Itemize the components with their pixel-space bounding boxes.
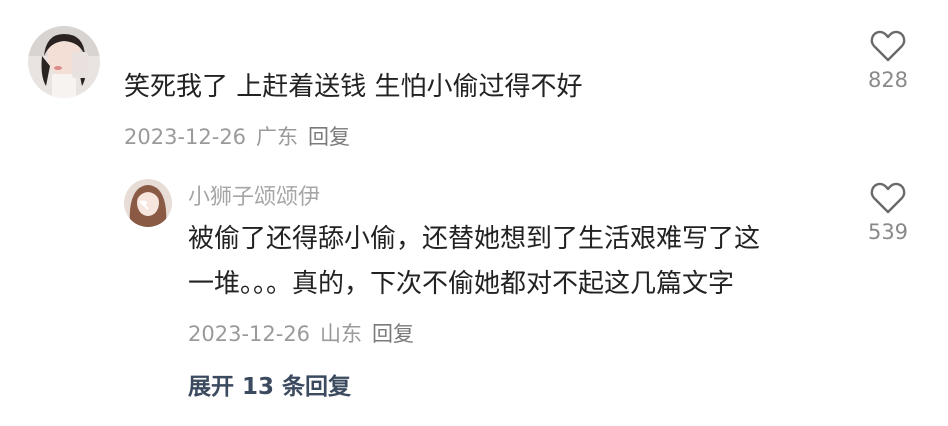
reply-avatar-image xyxy=(124,179,172,227)
heart-outline-icon xyxy=(870,182,906,214)
reply-button[interactable]: 回复 xyxy=(308,125,350,149)
expand-replies-button[interactable]: 展开 13 条回复 xyxy=(188,367,351,401)
reply-like-count: 539 xyxy=(867,220,909,244)
reply-reply-button[interactable]: 回复 xyxy=(372,322,414,346)
like-count: 828 xyxy=(867,68,909,92)
heart-outline-icon xyxy=(870,30,906,62)
comment-like-button[interactable]: 828 xyxy=(858,30,918,92)
reply-meta: 2023-12-26 山东 回复 xyxy=(188,318,414,348)
reply-username[interactable]: 小狮子颂颂伊 xyxy=(188,179,320,211)
user-avatar-image xyxy=(28,26,100,98)
reply-like-button[interactable]: 539 xyxy=(858,182,918,244)
comment-text: 笑死我了 上赶着送钱 生怕小偷过得不好 xyxy=(124,72,583,102)
reply-text-line-1: 被偷了还得舔小偷，还替她想到了生活艰难写了这 xyxy=(188,224,761,254)
reply-text-line-2: 一堆。。。真的，下次不偷她都对不起这几篇文字 xyxy=(188,269,735,299)
comment-meta: 2023-12-26 广东 回复 xyxy=(124,121,350,151)
avatar[interactable] xyxy=(28,26,100,98)
reply-location: 山东 xyxy=(320,322,363,346)
comment-date: 2023-12-26 xyxy=(124,125,247,149)
comment-location: 广东 xyxy=(256,125,299,149)
reply-date: 2023-12-26 xyxy=(188,322,311,346)
reply-avatar[interactable] xyxy=(124,179,172,227)
